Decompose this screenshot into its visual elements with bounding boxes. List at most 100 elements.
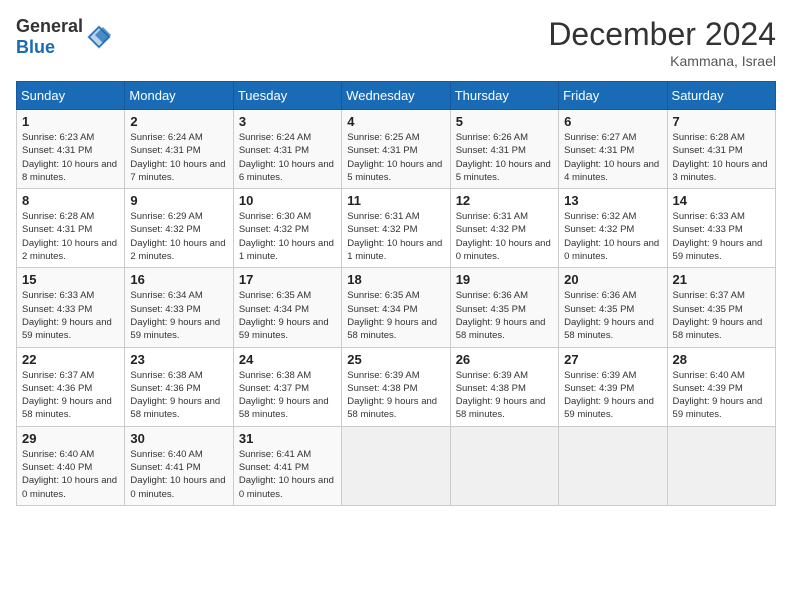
day-info: Sunrise: 6:28 AM Sunset: 4:31 PM Dayligh… <box>22 210 119 263</box>
day-info: Sunrise: 6:29 AM Sunset: 4:32 PM Dayligh… <box>130 210 227 263</box>
calendar-cell <box>450 426 558 505</box>
day-info: Sunrise: 6:36 AM Sunset: 4:35 PM Dayligh… <box>564 289 661 342</box>
calendar-cell: 19 Sunrise: 6:36 AM Sunset: 4:35 PM Dayl… <box>450 268 558 347</box>
calendar-cell: 27 Sunrise: 6:39 AM Sunset: 4:39 PM Dayl… <box>559 347 667 426</box>
calendar-cell <box>342 426 450 505</box>
day-number: 1 <box>22 114 119 129</box>
calendar-cell: 5 Sunrise: 6:26 AM Sunset: 4:31 PM Dayli… <box>450 110 558 189</box>
calendar-week-4: 22 Sunrise: 6:37 AM Sunset: 4:36 PM Dayl… <box>17 347 776 426</box>
calendar-table: SundayMondayTuesdayWednesdayThursdayFrid… <box>16 81 776 506</box>
day-number: 2 <box>130 114 227 129</box>
day-info: Sunrise: 6:37 AM Sunset: 4:36 PM Dayligh… <box>22 369 119 422</box>
day-info: Sunrise: 6:37 AM Sunset: 4:35 PM Dayligh… <box>673 289 770 342</box>
calendar-cell: 6 Sunrise: 6:27 AM Sunset: 4:31 PM Dayli… <box>559 110 667 189</box>
day-number: 9 <box>130 193 227 208</box>
day-info: Sunrise: 6:23 AM Sunset: 4:31 PM Dayligh… <box>22 131 119 184</box>
location: Kammana, Israel <box>548 53 776 69</box>
day-number: 5 <box>456 114 553 129</box>
day-info: Sunrise: 6:40 AM Sunset: 4:39 PM Dayligh… <box>673 369 770 422</box>
day-number: 28 <box>673 352 770 367</box>
day-number: 4 <box>347 114 444 129</box>
calendar-cell: 24 Sunrise: 6:38 AM Sunset: 4:37 PM Dayl… <box>233 347 341 426</box>
day-number: 21 <box>673 272 770 287</box>
day-number: 31 <box>239 431 336 446</box>
day-info: Sunrise: 6:24 AM Sunset: 4:31 PM Dayligh… <box>239 131 336 184</box>
day-number: 19 <box>456 272 553 287</box>
calendar-cell: 28 Sunrise: 6:40 AM Sunset: 4:39 PM Dayl… <box>667 347 775 426</box>
calendar-cell: 21 Sunrise: 6:37 AM Sunset: 4:35 PM Dayl… <box>667 268 775 347</box>
calendar-cell: 11 Sunrise: 6:31 AM Sunset: 4:32 PM Dayl… <box>342 189 450 268</box>
day-info: Sunrise: 6:36 AM Sunset: 4:35 PM Dayligh… <box>456 289 553 342</box>
day-number: 6 <box>564 114 661 129</box>
calendar-header-row: SundayMondayTuesdayWednesdayThursdayFrid… <box>17 82 776 110</box>
calendar-cell: 13 Sunrise: 6:32 AM Sunset: 4:32 PM Dayl… <box>559 189 667 268</box>
calendar-cell: 14 Sunrise: 6:33 AM Sunset: 4:33 PM Dayl… <box>667 189 775 268</box>
calendar-cell: 18 Sunrise: 6:35 AM Sunset: 4:34 PM Dayl… <box>342 268 450 347</box>
day-info: Sunrise: 6:34 AM Sunset: 4:33 PM Dayligh… <box>130 289 227 342</box>
day-info: Sunrise: 6:38 AM Sunset: 4:37 PM Dayligh… <box>239 369 336 422</box>
day-info: Sunrise: 6:35 AM Sunset: 4:34 PM Dayligh… <box>239 289 336 342</box>
day-info: Sunrise: 6:40 AM Sunset: 4:40 PM Dayligh… <box>22 448 119 501</box>
day-info: Sunrise: 6:39 AM Sunset: 4:38 PM Dayligh… <box>456 369 553 422</box>
day-number: 18 <box>347 272 444 287</box>
day-number: 16 <box>130 272 227 287</box>
day-number: 29 <box>22 431 119 446</box>
day-number: 12 <box>456 193 553 208</box>
logo-general: General <box>16 16 83 36</box>
calendar-cell: 1 Sunrise: 6:23 AM Sunset: 4:31 PM Dayli… <box>17 110 125 189</box>
day-number: 15 <box>22 272 119 287</box>
header-saturday: Saturday <box>667 82 775 110</box>
day-info: Sunrise: 6:25 AM Sunset: 4:31 PM Dayligh… <box>347 131 444 184</box>
day-number: 10 <box>239 193 336 208</box>
calendar-cell: 3 Sunrise: 6:24 AM Sunset: 4:31 PM Dayli… <box>233 110 341 189</box>
day-info: Sunrise: 6:31 AM Sunset: 4:32 PM Dayligh… <box>347 210 444 263</box>
day-info: Sunrise: 6:33 AM Sunset: 4:33 PM Dayligh… <box>22 289 119 342</box>
logo-text: General Blue <box>16 16 83 58</box>
header-thursday: Thursday <box>450 82 558 110</box>
calendar-cell: 26 Sunrise: 6:39 AM Sunset: 4:38 PM Dayl… <box>450 347 558 426</box>
header-friday: Friday <box>559 82 667 110</box>
day-info: Sunrise: 6:32 AM Sunset: 4:32 PM Dayligh… <box>564 210 661 263</box>
page-header: General Blue December 2024 Kammana, Isra… <box>16 16 776 69</box>
calendar-cell: 8 Sunrise: 6:28 AM Sunset: 4:31 PM Dayli… <box>17 189 125 268</box>
day-info: Sunrise: 6:31 AM Sunset: 4:32 PM Dayligh… <box>456 210 553 263</box>
calendar-cell: 29 Sunrise: 6:40 AM Sunset: 4:40 PM Dayl… <box>17 426 125 505</box>
day-info: Sunrise: 6:41 AM Sunset: 4:41 PM Dayligh… <box>239 448 336 501</box>
calendar-cell: 16 Sunrise: 6:34 AM Sunset: 4:33 PM Dayl… <box>125 268 233 347</box>
header-tuesday: Tuesday <box>233 82 341 110</box>
calendar-cell: 23 Sunrise: 6:38 AM Sunset: 4:36 PM Dayl… <box>125 347 233 426</box>
header-sunday: Sunday <box>17 82 125 110</box>
calendar-cell: 4 Sunrise: 6:25 AM Sunset: 4:31 PM Dayli… <box>342 110 450 189</box>
calendar-week-5: 29 Sunrise: 6:40 AM Sunset: 4:40 PM Dayl… <box>17 426 776 505</box>
calendar-week-3: 15 Sunrise: 6:33 AM Sunset: 4:33 PM Dayl… <box>17 268 776 347</box>
header-monday: Monday <box>125 82 233 110</box>
day-number: 7 <box>673 114 770 129</box>
calendar-cell: 10 Sunrise: 6:30 AM Sunset: 4:32 PM Dayl… <box>233 189 341 268</box>
day-info: Sunrise: 6:24 AM Sunset: 4:31 PM Dayligh… <box>130 131 227 184</box>
day-info: Sunrise: 6:35 AM Sunset: 4:34 PM Dayligh… <box>347 289 444 342</box>
logo: General Blue <box>16 16 113 58</box>
calendar-cell <box>667 426 775 505</box>
day-info: Sunrise: 6:39 AM Sunset: 4:39 PM Dayligh… <box>564 369 661 422</box>
logo-icon <box>85 23 113 51</box>
day-info: Sunrise: 6:39 AM Sunset: 4:38 PM Dayligh… <box>347 369 444 422</box>
day-number: 3 <box>239 114 336 129</box>
day-number: 11 <box>347 193 444 208</box>
logo-blue: Blue <box>16 37 55 57</box>
calendar-cell: 20 Sunrise: 6:36 AM Sunset: 4:35 PM Dayl… <box>559 268 667 347</box>
day-info: Sunrise: 6:33 AM Sunset: 4:33 PM Dayligh… <box>673 210 770 263</box>
day-number: 25 <box>347 352 444 367</box>
day-number: 26 <box>456 352 553 367</box>
calendar-cell: 31 Sunrise: 6:41 AM Sunset: 4:41 PM Dayl… <box>233 426 341 505</box>
calendar-cell: 15 Sunrise: 6:33 AM Sunset: 4:33 PM Dayl… <box>17 268 125 347</box>
day-number: 13 <box>564 193 661 208</box>
header-wednesday: Wednesday <box>342 82 450 110</box>
calendar-cell: 30 Sunrise: 6:40 AM Sunset: 4:41 PM Dayl… <box>125 426 233 505</box>
month-title: December 2024 <box>548 16 776 53</box>
calendar-cell: 17 Sunrise: 6:35 AM Sunset: 4:34 PM Dayl… <box>233 268 341 347</box>
day-number: 27 <box>564 352 661 367</box>
day-info: Sunrise: 6:27 AM Sunset: 4:31 PM Dayligh… <box>564 131 661 184</box>
calendar-cell: 12 Sunrise: 6:31 AM Sunset: 4:32 PM Dayl… <box>450 189 558 268</box>
calendar-week-2: 8 Sunrise: 6:28 AM Sunset: 4:31 PM Dayli… <box>17 189 776 268</box>
calendar-cell: 9 Sunrise: 6:29 AM Sunset: 4:32 PM Dayli… <box>125 189 233 268</box>
